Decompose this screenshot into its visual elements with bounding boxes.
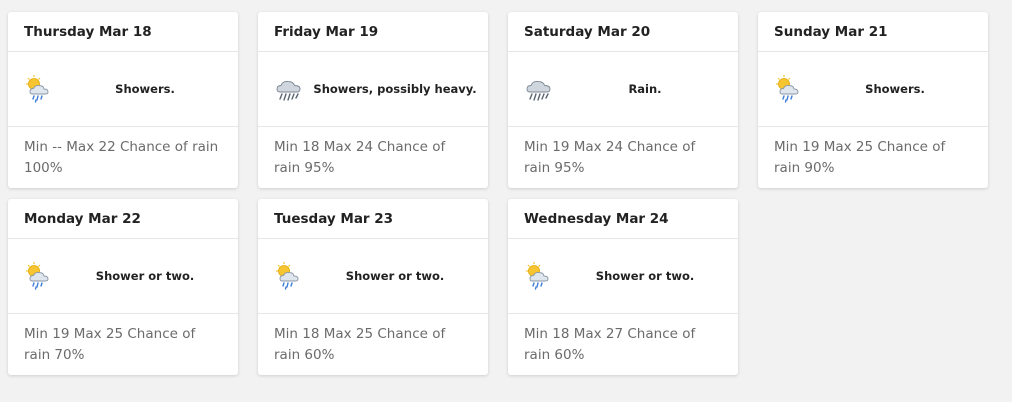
forecast-card-sunday: Sunday Mar 21 Showers. Min 19 Max 25 Cha… [758,12,988,188]
card-date: Saturday Mar 20 [508,12,738,52]
card-date: Tuesday Mar 23 [258,199,488,239]
showers-icon [26,75,49,103]
forecast-text: Rain. [628,82,662,96]
card-body: Rain. [508,52,738,127]
forecast-card-wednesday: Wednesday Mar 24 Shower or two. Min 18 M… [508,199,738,375]
card-date: Monday Mar 22 [8,199,238,239]
showers-icon [26,262,49,290]
forecast-text: Shower or two. [95,269,195,283]
forecast-text: Showers, possibly heavy. [313,82,477,96]
forecast-card-saturday: Saturday Mar 20 Rain. Min 19 Max 24 Chan… [508,12,738,188]
temperature-rain-details: Min -- Max 22 Chance of rain 100% [24,139,219,176]
card-body: Shower or two. [258,239,488,314]
forecast-card-tuesday: Tuesday Mar 23 Shower or two. Min 18 Max… [258,199,488,375]
forecast-text: Shower or two. [345,269,445,283]
temperature-rain-details: Min 19 Max 25 Chance of rain 70% [24,326,196,363]
forecast-text: Showers. [115,82,175,96]
card-date: Thursday Mar 18 [8,12,238,52]
forecast-text: Shower or two. [595,269,695,283]
card-date: Wednesday Mar 24 [508,199,738,239]
showers-icon [526,262,549,290]
card-date: Sunday Mar 21 [758,12,988,52]
card-body: Shower or two. [8,239,238,314]
card-body: Showers, possibly heavy. [258,52,488,127]
forecast-text: Showers. [865,82,925,96]
temperature-rain-details: Min 18 Max 24 Chance of rain 95% [274,139,446,176]
temperature-rain-details: Min 19 Max 24 Chance of rain 95% [524,139,696,176]
rain-icon [526,81,551,101]
forecast-card-thursday: Thursday Mar 18 Showers. Min -- Max 22 C… [8,12,238,188]
card-body: Shower or two. [508,239,738,314]
temperature-rain-details: Min 18 Max 27 Chance of rain 60% [524,326,696,363]
card-body: Showers. [8,52,238,127]
forecast-card-monday: Monday Mar 22 Shower or two. Min 19 Max … [8,199,238,375]
temperature-rain-details: Min 19 Max 25 Chance of rain 90% [774,139,946,176]
showers-icon [276,262,299,290]
showers-icon [776,75,799,103]
card-body: Showers. [758,52,988,127]
temperature-rain-details: Min 18 Max 25 Chance of rain 60% [274,326,446,363]
heavy-showers-icon [276,81,301,101]
card-date: Friday Mar 19 [258,12,488,52]
forecast-card-friday: Friday Mar 19 Showers, possibly heavy. M… [258,12,488,188]
